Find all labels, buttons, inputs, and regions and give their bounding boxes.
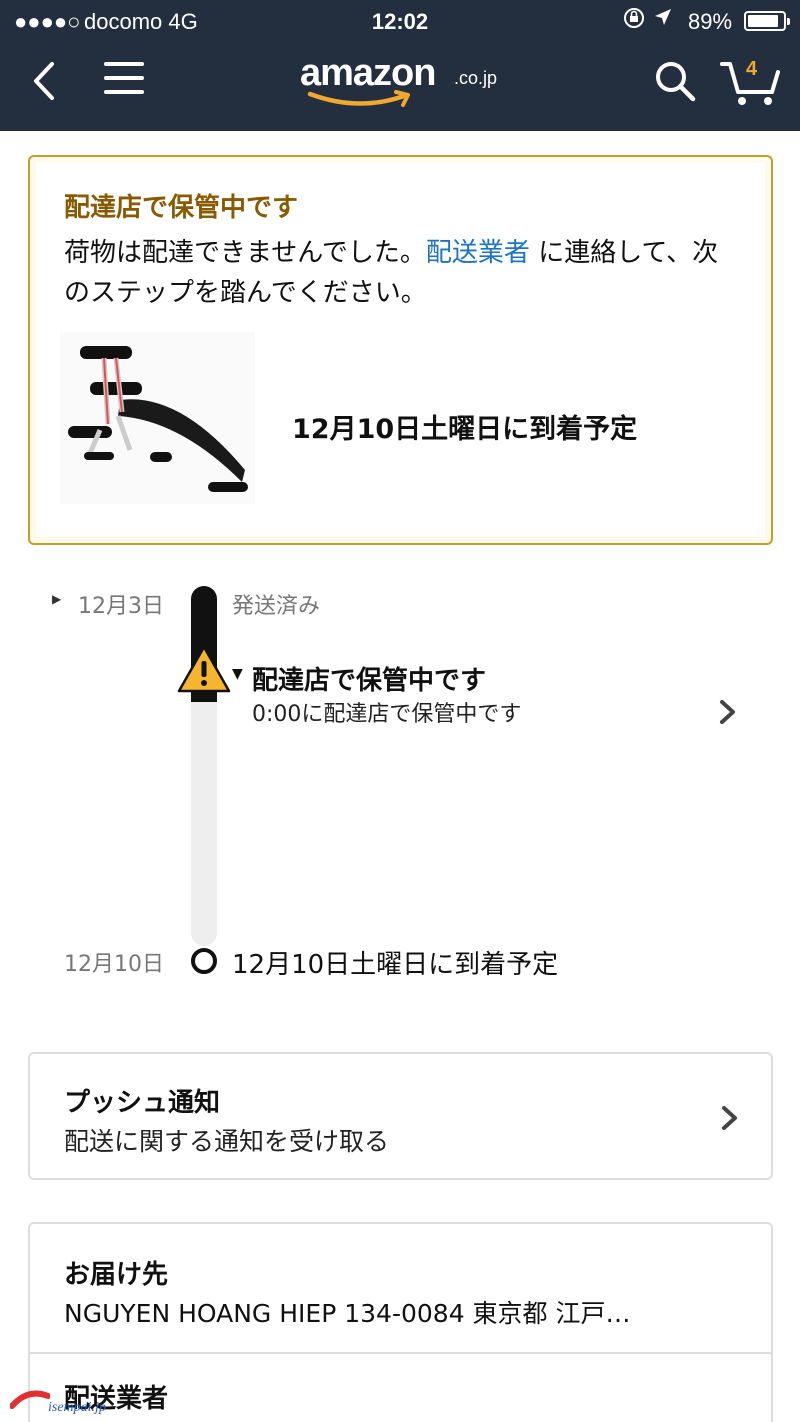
arrival-estimate: 12月10日土曜日に到着予定 (292, 414, 638, 445)
delivery-alert-card: 配達店で保管中です 荷物は配達できませんでした。配送業者 に連絡して、次のステッ… (28, 155, 773, 545)
back-icon[interactable] (26, 58, 66, 104)
timeline-end-marker (191, 948, 217, 974)
battery-percent: 89% (688, 9, 733, 34)
caret-down-icon[interactable]: ▼ (232, 666, 243, 682)
app-header: ●●●●○ docomo 4G 12:02 89% amazon .co.jp … (0, 0, 800, 131)
cart-button[interactable]: 4 (718, 56, 782, 108)
status-time: 12:02 (371, 9, 429, 34)
watermark-text: isempai.jp (48, 1400, 106, 1415)
push-notification-subtitle: 配送に関する通知を受け取る (64, 1127, 390, 1156)
amazon-logo[interactable]: amazon .co.jp (300, 52, 500, 114)
status-bar: ●●●●○ docomo 4G 12:02 89% (0, 0, 800, 40)
timeline-end-date: 12月10日 (64, 952, 164, 977)
product-image[interactable] (60, 332, 255, 504)
caret-right-icon[interactable]: ▶ (52, 592, 61, 606)
battery-icon (744, 11, 790, 31)
location-arrow-icon (652, 6, 674, 34)
logo-smile-icon (307, 90, 410, 107)
delivery-address-title: お届け先 (64, 1260, 169, 1290)
warning-icon (176, 644, 232, 694)
timeline-start-label: 発送済み (232, 594, 321, 619)
alert-title: 配達店で保管中です (64, 193, 299, 223)
divider (30, 1352, 771, 1354)
timeline-end-label: 12月10日土曜日に到着予定 (232, 950, 559, 980)
timeline-progress-bar (191, 586, 217, 946)
search-icon[interactable] (652, 58, 698, 104)
timeline-start-date: 12月3日 (78, 594, 164, 619)
push-notification-card[interactable]: プッシュ通知 配送に関する通知を受け取る (28, 1052, 773, 1180)
delivery-address-value[interactable]: NGUYEN HOANG HIEP 134-0084 東京都 江戸… (64, 1294, 744, 1330)
orientation-lock-icon (622, 6, 646, 36)
cart-count-badge: 4 (746, 58, 758, 80)
current-status-title[interactable]: 配達店で保管中です (252, 660, 486, 697)
alert-message-text: 荷物は配達できませんでした。 (64, 238, 426, 268)
alert-message: 荷物は配達できませんでした。配送業者 に連絡して、次のステップを踏んでください。 (64, 233, 744, 313)
watermark-logo: isempai.jp (9, 1384, 140, 1420)
current-status-detail: 0:00に配達店で保管中です (252, 702, 522, 727)
chevron-right-icon[interactable] (716, 698, 740, 726)
logo-tld: .co.jp (454, 68, 498, 88)
chevron-right-icon (718, 1104, 742, 1132)
push-notification-title: プッシュ通知 (64, 1088, 221, 1118)
carrier-contact-link[interactable]: 配送業者 (426, 238, 530, 268)
menu-icon[interactable] (104, 62, 144, 98)
